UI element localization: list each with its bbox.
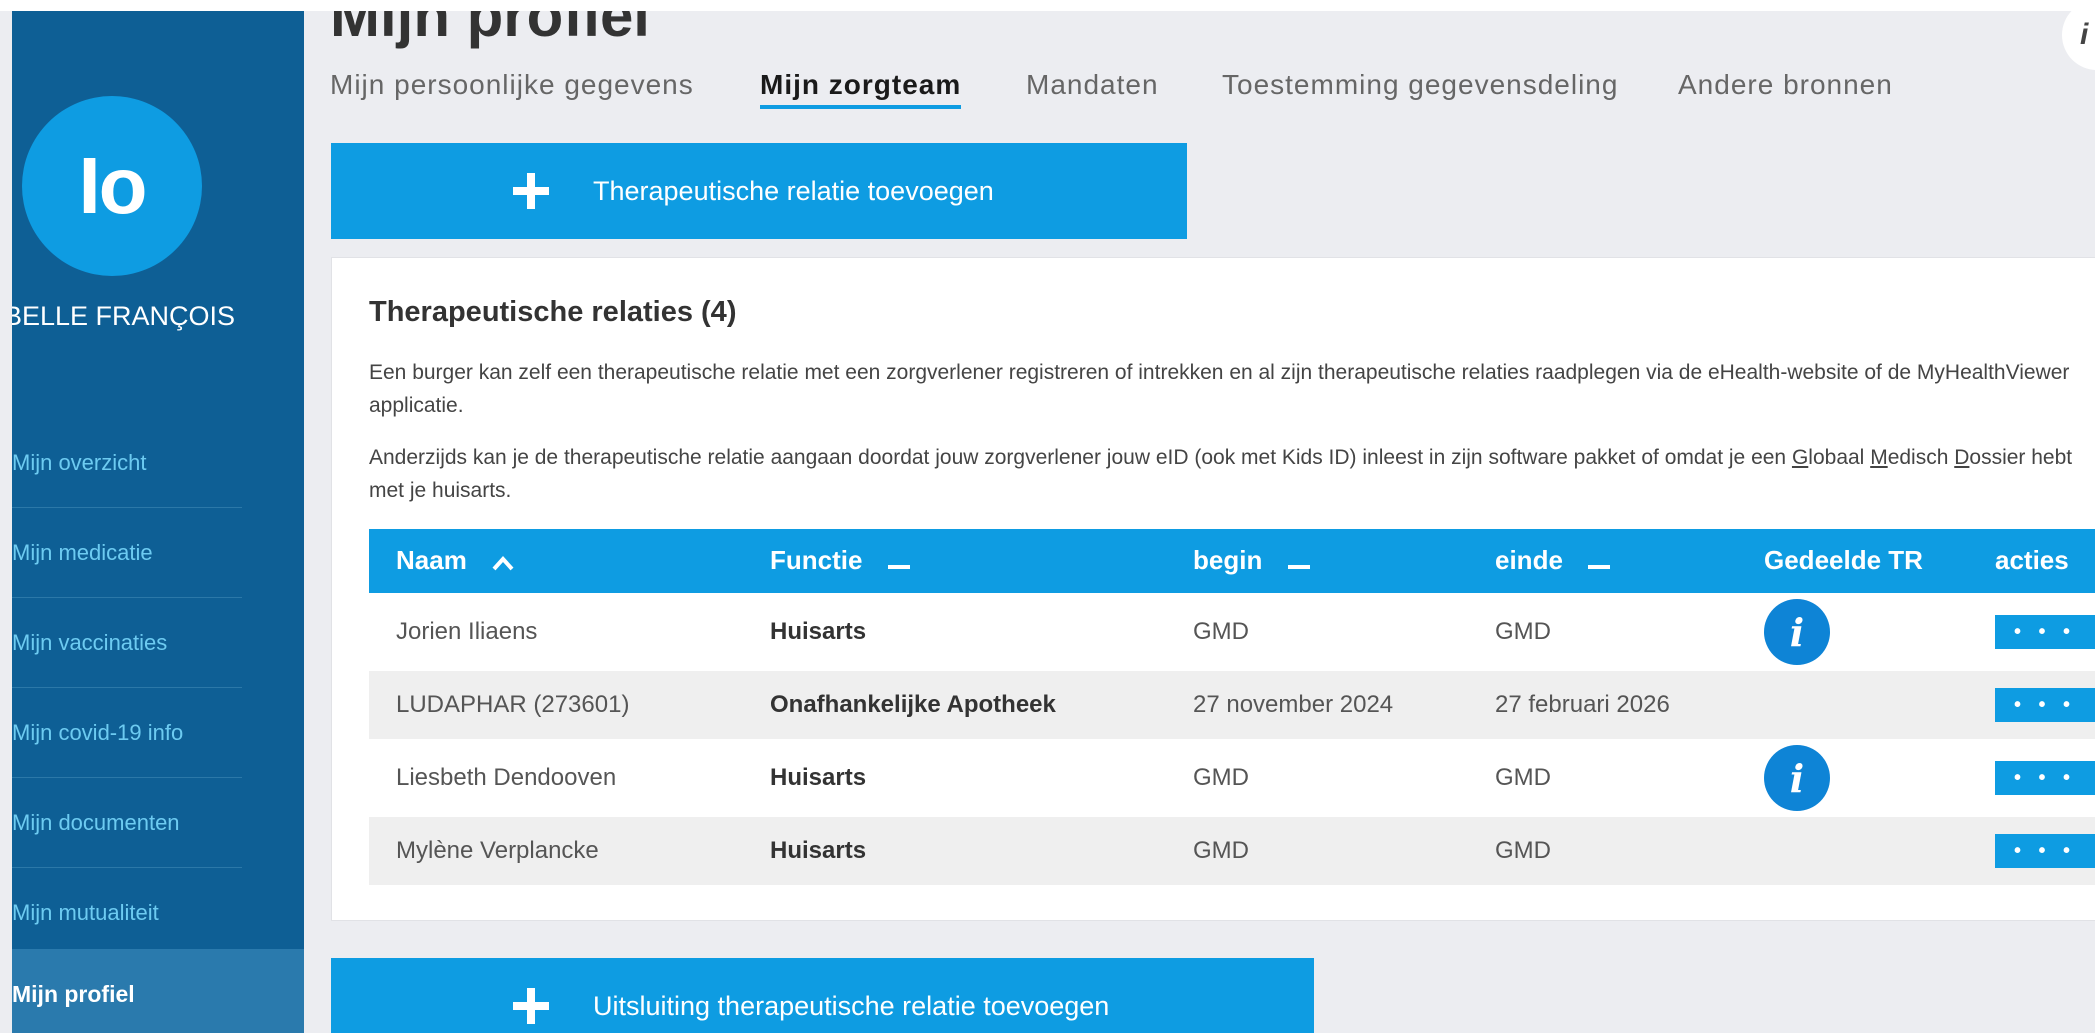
cell-acties: • • • [1995, 739, 2095, 817]
cell-acties: • • • [1995, 817, 2095, 885]
column-naam-label: Naam [396, 545, 467, 575]
relations-table: Naam Functie begin einde Gedeelde TR act… [369, 529, 2095, 885]
column-begin-label: begin [1193, 545, 1263, 575]
cell-acties: • • • [1995, 593, 2095, 671]
cell-functie: Huisarts [770, 618, 867, 645]
avatar: Io [22, 96, 202, 276]
column-einde-label: einde [1495, 545, 1563, 575]
tab-persoonlijke-gegevens[interactable]: Mijn persoonlijke gegevens [330, 69, 694, 101]
column-naam[interactable]: Naam [396, 529, 514, 593]
cell-begin: GMD [1193, 764, 1249, 791]
info-corner-icon[interactable]: i [2062, 11, 2095, 70]
sort-none-icon [887, 531, 910, 593]
table-header: Naam Functie begin einde Gedeelde TR act… [369, 529, 2095, 593]
cell-naam: Jorien Iliaens [396, 618, 538, 645]
cell-naam: Liesbeth Dendooven [396, 764, 617, 791]
table-row: Liesbeth Dendooven Huisarts GMD GMD i • … [369, 739, 2095, 817]
app-frame: Io BELLE FRANÇOIS Mijn overzicht Mijn me… [0, 11, 2095, 1033]
cell-begin: GMD [1193, 837, 1249, 864]
add-exclusion-button[interactable]: Uitsluiting therapeutische relatie toevo… [331, 958, 1314, 1033]
sidebar-item-mutualiteit[interactable]: Mijn mutualiteit [12, 868, 242, 958]
cell-naam: Mylène Verplancke [396, 837, 599, 864]
row-actions-button[interactable]: • • • [1995, 761, 2095, 795]
sort-none-icon [1588, 531, 1611, 593]
column-acties: acties [1995, 545, 2069, 575]
sidebar: Io BELLE FRANÇOIS Mijn overzicht Mijn me… [12, 11, 304, 1033]
cell-einde: GMD [1495, 618, 1551, 645]
sidebar-item-overzicht[interactable]: Mijn overzicht [12, 418, 242, 508]
column-functie[interactable]: Functie [770, 529, 910, 593]
row-actions-button[interactable]: • • • [1995, 834, 2095, 868]
cell-naam: LUDAPHAR (273601) [396, 691, 630, 718]
cell-functie: Onafhankelijke Apotheek [770, 691, 1056, 718]
card-description-2: Anderzijds kan je de therapeutische rela… [369, 446, 2073, 502]
therapeutic-relations-card: Therapeutische relaties (4) Een burger k… [331, 257, 2095, 921]
card-description-1: Een burger kan zelf een therapeutische r… [369, 361, 2070, 417]
cell-einde: GMD [1495, 764, 1551, 791]
cell-acties: • • • [1995, 671, 2095, 739]
tab-andere-bronnen[interactable]: Andere bronnen [1678, 69, 1893, 101]
cell-einde: GMD [1495, 837, 1551, 864]
cell-einde: 27 februari 2026 [1495, 691, 1670, 718]
column-begin[interactable]: begin [1193, 529, 1310, 593]
column-functie-label: Functie [770, 545, 863, 575]
cell-functie: Huisarts [770, 837, 867, 864]
table-row: Jorien Iliaens Huisarts GMD GMD i • • • [369, 593, 2095, 671]
sidebar-nav: Mijn overzicht Mijn medicatie Mijn vacci… [12, 418, 304, 958]
row-actions-button[interactable]: • • • [1995, 615, 2095, 649]
add-therapeutic-relation-button[interactable]: Therapeutische relatie toevoegen [331, 143, 1187, 239]
plus-icon [511, 143, 551, 239]
card-title: Therapeutische relaties (4) [369, 296, 737, 328]
column-einde[interactable]: einde [1495, 529, 1611, 593]
sidebar-item-profiel[interactable]: Mijn profiel [12, 949, 304, 1033]
sort-none-icon [1287, 531, 1310, 593]
sidebar-item-covid[interactable]: Mijn covid-19 info [12, 688, 242, 778]
table-row: Mylène Verplancke Huisarts GMD GMD • • • [369, 817, 2095, 885]
info-icon[interactable]: i [1764, 745, 1830, 811]
sidebar-item-documenten[interactable]: Mijn documenten [12, 778, 242, 868]
sidebar-item-vaccinaties[interactable]: Mijn vaccinaties [12, 598, 242, 688]
cell-gedeelde-tr: i [1764, 739, 1830, 817]
add-button-label: Therapeutische relatie toevoegen [593, 176, 994, 206]
cell-begin: 27 november 2024 [1193, 691, 1394, 718]
table-row: LUDAPHAR (273601) Onafhankelijke Apothee… [369, 671, 2095, 739]
sidebar-item-medicatie[interactable]: Mijn medicatie [12, 508, 242, 598]
column-gedeelde-tr: Gedeelde TR [1764, 545, 1923, 575]
cell-functie: Huisarts [770, 764, 867, 791]
cell-gedeelde-tr: i [1764, 593, 1830, 671]
row-actions-button[interactable]: • • • [1995, 688, 2095, 722]
sort-ascending-icon [492, 531, 514, 593]
exclusion-button-label: Uitsluiting therapeutische relatie toevo… [593, 991, 1110, 1021]
tab-toestemming[interactable]: Toestemming gegevensdeling [1222, 69, 1618, 101]
user-name: BELLE FRANÇOIS [12, 301, 236, 331]
plus-icon [511, 958, 551, 1033]
info-icon[interactable]: i [1764, 599, 1830, 665]
page-title: Mijn profiel [330, 11, 650, 49]
cell-begin: GMD [1193, 618, 1249, 645]
tab-mandaten[interactable]: Mandaten [1026, 69, 1159, 101]
tab-zorgteam[interactable]: Mijn zorgteam [760, 69, 962, 109]
